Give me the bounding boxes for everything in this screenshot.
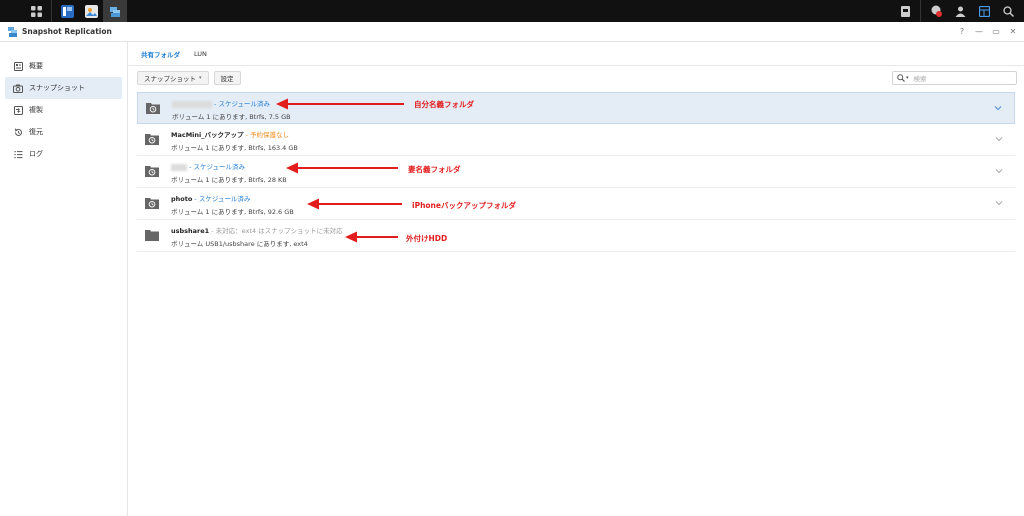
minimize-button[interactable]: — (974, 26, 984, 36)
user-icon[interactable] (948, 0, 972, 22)
sidebar-item-label: 復元 (29, 128, 43, 136)
sidebar-item-overview[interactable]: 概要 (5, 55, 122, 77)
status-text: - スケジュール済み (194, 195, 251, 203)
annotation-label: iPhoneバックアップフォルダ (412, 201, 516, 210)
annotation-arrow (345, 231, 398, 243)
search-icon[interactable] (996, 0, 1020, 22)
sidebar-item-replication[interactable]: 複製 (5, 99, 122, 121)
table-row[interactable]: - スケジュール済み ボリューム 1 にあります, Btrfs, 7.5 GB (137, 92, 1015, 124)
search-input[interactable]: ▾ 検索 (892, 71, 1017, 85)
sidebar-item-label: ログ (29, 150, 43, 158)
sidebar: 概要 スナップショット 複製 復元 ログ (0, 42, 128, 516)
close-button[interactable]: ✕ (1008, 26, 1018, 36)
folder-detail: ボリューム 1 にあります, Btrfs, 28 KB (171, 176, 287, 184)
annotation-arrow (307, 198, 402, 210)
taskbar-separator (920, 0, 921, 22)
app-logo-icon (8, 26, 17, 37)
annotation-label: 自分名義フォルダ (414, 100, 474, 109)
snapshot-folder-icon (145, 198, 159, 209)
folder-name: MacMini_バックアップ (171, 131, 244, 139)
settings-button[interactable]: 設定 (213, 71, 241, 85)
annotation-arrow (286, 162, 398, 174)
taskbar-separator (51, 0, 52, 22)
help-button[interactable]: ? (957, 26, 967, 36)
chevron-down-icon: ▾ (906, 75, 909, 81)
folder-title-line: - スケジュール済み (172, 98, 270, 108)
folder-title-line: MacMini_バックアップ - 予約保護なし (171, 129, 289, 139)
restore-icon (13, 127, 23, 137)
status-text: - スケジュール済み (189, 163, 246, 171)
main-panel: 共有フォルダ LUN スナップショット ▾ 設定 ▾ 検索 - スケジュール済み (128, 42, 1024, 516)
snapshot-dropdown-button[interactable]: スナップショット ▾ (137, 71, 209, 85)
sidebar-item-snapshot[interactable]: スナップショット (5, 77, 122, 99)
notification-icon[interactable] (924, 0, 948, 22)
sidebar-item-log[interactable]: ログ (5, 143, 122, 165)
log-icon (13, 149, 23, 159)
chevron-down-icon[interactable] (995, 167, 1003, 175)
folder-title-line: photo - スケジュール済み (171, 193, 250, 203)
window-titlebar: Snapshot Replication ? — ▭ ✕ (0, 22, 1024, 42)
folder-detail: ボリューム 1 にあります, Btrfs, 163.4 GB (171, 144, 298, 152)
tab-shared-folder[interactable]: 共有フォルダ (141, 42, 180, 66)
sidebar-item-restore[interactable]: 復元 (5, 121, 122, 143)
table-row[interactable]: - スケジュール済み ボリューム 1 にあります, Btrfs, 28 KB (137, 156, 1015, 188)
table-row[interactable]: photo - スケジュール済み ボリューム 1 にあります, Btrfs, 9… (137, 188, 1015, 220)
chevron-down-icon[interactable] (995, 135, 1003, 143)
folder-icon (145, 230, 159, 241)
chevron-down-icon: ▾ (199, 75, 202, 81)
status-text: - スケジュール済み (214, 100, 271, 108)
storage-app-icon[interactable] (55, 0, 79, 22)
chevron-down-icon[interactable] (994, 104, 1002, 112)
status-text: - 未対応：ext4 はスナップショットに未対応 (211, 227, 343, 235)
chevron-down-icon[interactable] (995, 199, 1003, 207)
folder-name-redacted (171, 163, 187, 171)
folder-name: photo (171, 195, 193, 203)
tab-bar: 共有フォルダ LUN (128, 42, 1024, 66)
folder-detail: ボリューム 1 にあります, Btrfs, 92.6 GB (171, 208, 294, 216)
maximize-button[interactable]: ▭ (991, 26, 1001, 36)
folder-name-redacted (172, 100, 212, 108)
table-row[interactable]: MacMini_バックアップ - 予約保護なし ボリューム 1 にあります, B… (137, 124, 1015, 156)
search-icon (897, 74, 905, 82)
overview-icon (13, 61, 23, 71)
main-menu-icon[interactable] (24, 0, 48, 22)
tab-lun[interactable]: LUN (194, 42, 207, 66)
snapshot-button-label: スナップショット (144, 75, 196, 83)
annotation-arrow (276, 98, 404, 110)
status-text: - 予約保護なし (245, 131, 290, 139)
snapshot-app-icon[interactable] (103, 0, 127, 22)
app-title: Snapshot Replication (22, 27, 112, 36)
folder-list: - スケジュール済み ボリューム 1 にあります, Btrfs, 7.5 GB … (137, 92, 1015, 252)
sidebar-item-label: 概要 (29, 62, 43, 70)
sidebar-item-label: 複製 (29, 106, 43, 114)
taskbar (0, 0, 1024, 22)
folder-name: usbshare1 (171, 227, 210, 235)
widget-icon[interactable] (893, 0, 917, 22)
folder-detail: ボリューム 1 にあります, Btrfs, 7.5 GB (172, 113, 291, 121)
snapshot-folder-icon (146, 103, 160, 114)
annotation-label: 妻名義フォルダ (408, 165, 461, 174)
sidebar-item-label: スナップショット (29, 84, 85, 92)
dashboard-icon[interactable] (972, 0, 996, 22)
table-row[interactable]: usbshare1 - 未対応：ext4 はスナップショットに未対応 ボリューム… (137, 220, 1015, 252)
folder-title-line: - スケジュール済み (171, 161, 245, 171)
folder-title-line: usbshare1 - 未対応：ext4 はスナップショットに未対応 (171, 225, 343, 235)
annotation-label: 外付けHDD (406, 234, 448, 243)
photo-app-icon[interactable] (79, 0, 103, 22)
toolbar: スナップショット ▾ 設定 ▾ 検索 (128, 66, 1024, 90)
replication-icon (13, 105, 23, 115)
snapshot-folder-icon (145, 166, 159, 177)
snapshot-folder-icon (145, 134, 159, 145)
app-window: Snapshot Replication ? — ▭ ✕ 概要 スナップショット… (0, 22, 1024, 516)
search-placeholder: 検索 (913, 75, 927, 83)
camera-icon (13, 83, 23, 93)
folder-detail: ボリューム USB1/usbshare にあります, ext4 (171, 240, 308, 248)
